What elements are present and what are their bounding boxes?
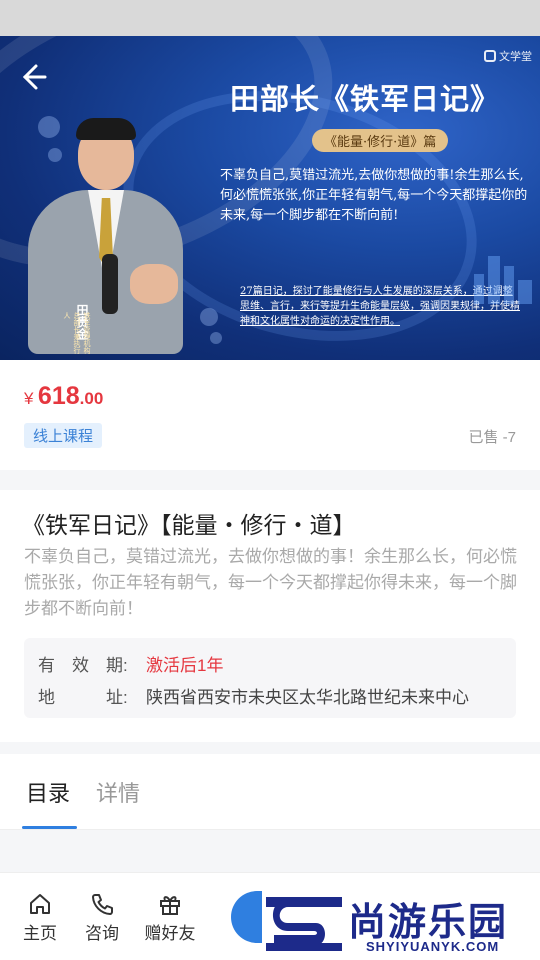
watermark-text: 尚游乐园 [348, 900, 509, 944]
price-integer: 618 [37, 382, 80, 410]
price-symbol: ¥ [24, 389, 34, 408]
phone-icon [72, 891, 132, 917]
instructor-hair [76, 118, 136, 140]
instructor-title: 铁军管理机构总部长兼执行人 [63, 312, 91, 354]
active-tab-indicator [22, 826, 77, 829]
banner-bubble [200, 308, 218, 326]
course-type-tag: 线上课程 [24, 423, 103, 448]
watermark-logo-icon [266, 897, 342, 951]
course-info-card: 《铁军日记》【能量・修行・道】 不辜负自己，莫错过流光，去做你想做的事！余生那么… [0, 490, 540, 742]
banner-bubble [210, 332, 222, 344]
price-decimal: .00 [79, 389, 104, 408]
home-icon [10, 891, 70, 917]
address-row: 地 址: 陕西省西安市未央区太华北路世纪未来中心 [38, 683, 469, 708]
banner-tag: 《能量·修行·道》篇 [312, 129, 449, 152]
site-watermark: 尚游乐园 SHYIYUANYK.COM [262, 889, 540, 960]
brand-logo: 文学堂 [484, 48, 532, 64]
validity-label: 有 效 期: [38, 656, 128, 675]
instructor-hand [130, 264, 178, 304]
nav-gift-label: 赠好友 [144, 924, 196, 943]
tab-details[interactable]: 详情 [96, 776, 140, 808]
city-skyline [470, 254, 540, 304]
instructor-photo: 田贵金 铁军管理机构总部长兼执行人 [10, 114, 195, 354]
nav-home-label: 主页 [23, 924, 57, 943]
status-bar [0, 0, 540, 36]
gift-icon [140, 891, 200, 917]
nav-consult-button[interactable]: 咨询 [72, 891, 132, 944]
price: ¥ 618.00 [24, 382, 103, 411]
banner-quote: 不辜负自己,莫错过流光,去做你想做的事!余生那么长,何必慌慌张张,你正年轻有朝气… [220, 168, 528, 223]
sold-count: 已售 -7 [468, 429, 516, 446]
price-card: ¥ 618.00 线上课程 已售 -7 [0, 360, 540, 470]
address-label: 地 址: [38, 688, 128, 707]
banner-title: 田部长《铁军日记》 [230, 82, 501, 116]
back-arrow-icon[interactable] [14, 62, 50, 98]
address-value: 陕西省西安市未央区太华北路世纪未来中心 [146, 688, 469, 707]
logo-text: 文学堂 [499, 50, 532, 63]
validity-value: 激活后1年 [146, 656, 224, 675]
course-banner: 文学堂 田贵金 铁军管理机构总部长兼执行人 田部长《铁军日记》 《能量·修行·道… [0, 36, 540, 360]
nav-home-button[interactable]: 主页 [10, 891, 70, 944]
nav-consult-label: 咨询 [85, 924, 119, 943]
microphone-icon [102, 254, 118, 314]
validity-row: 有 效 期: 激活后1年 [38, 651, 223, 676]
content-tabs: 目录 详情 [0, 754, 540, 830]
logo-mark-icon [484, 50, 496, 62]
nav-gift-button[interactable]: 赠好友 [140, 891, 200, 944]
course-meta-box: 有 效 期: 激活后1年 地 址: 陕西省西安市未央区太华北路世纪未来中心 [24, 638, 516, 718]
course-subtitle: 不辜负自己，莫错过流光，去做你想做的事！余生那么长，何必慌慌张张，你正年轻有朝气… [24, 547, 517, 618]
watermark-url: SHYIYUANYK.COM [366, 939, 500, 954]
course-title: 《铁军日记》【能量・修行・道】 [22, 512, 356, 538]
tab-catalog[interactable]: 目录 [26, 776, 70, 808]
